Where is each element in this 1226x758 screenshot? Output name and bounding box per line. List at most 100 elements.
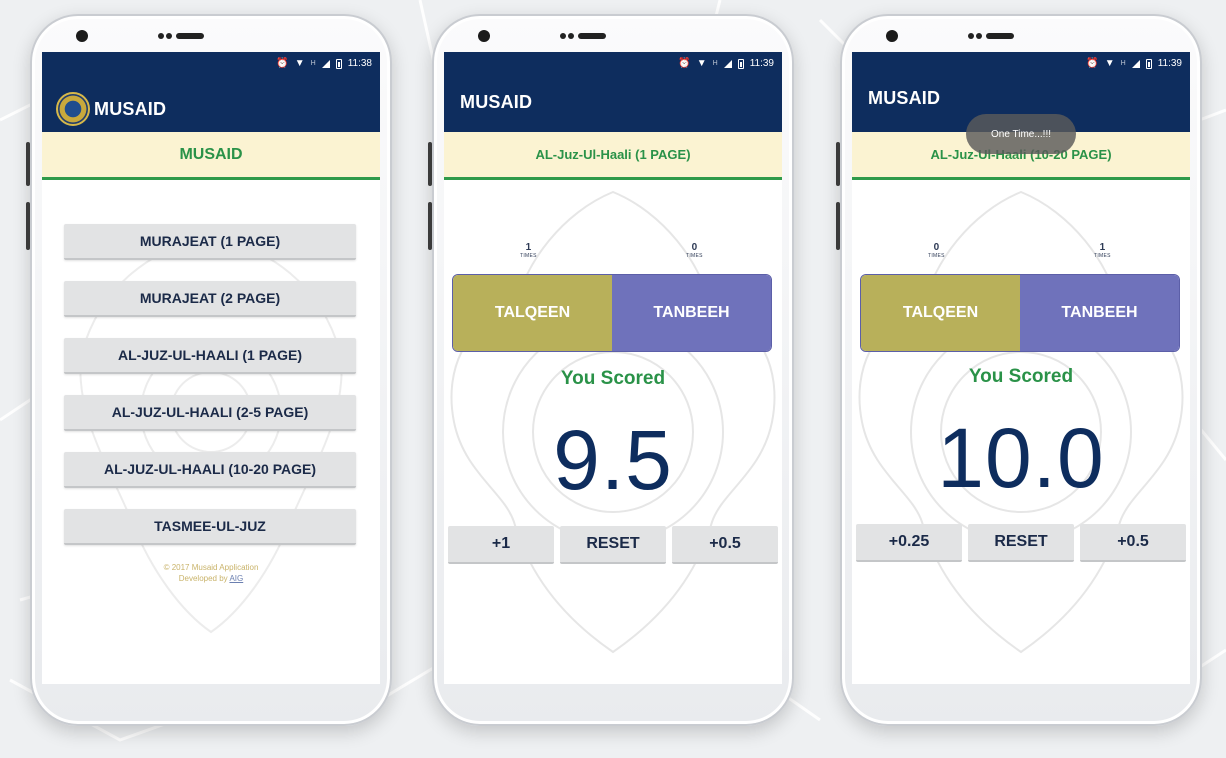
action-buttons: +1 RESET +0.5 <box>448 526 778 564</box>
action-label: RESET <box>586 535 640 552</box>
counter-unit: TIMES <box>928 253 945 259</box>
status-time: 11:39 <box>749 58 774 69</box>
section-banner: AL-Juz-Ul-Haali (1 PAGE) <box>444 132 782 180</box>
counter-unit: TIMES <box>1094 253 1111 259</box>
status-time: 11:38 <box>347 58 372 69</box>
network-type-icon: H <box>712 60 718 67</box>
score-value: 9.5 <box>553 413 673 507</box>
toast-message: One Time...!!! <box>966 114 1076 154</box>
front-camera <box>478 30 490 42</box>
app-title: MUSAID <box>460 92 533 112</box>
phone-frame-score-2: ⏰ ▼ H 11:39 MUSAID AL-Juz-Ul-Haali (10-2… <box>836 14 1202 726</box>
action-label: +1 <box>491 535 511 552</box>
phone-frame-menu: ⏰ ▼ H 11:38 MUSAID MUSAID MURAJEAT (1 PA… <box>26 14 392 726</box>
front-camera <box>76 30 88 42</box>
tanbeeh-label: TANBEEH <box>653 304 730 321</box>
add-quarter-button[interactable]: +0.25 <box>856 524 962 562</box>
alarm-icon: ⏰ <box>678 57 691 69</box>
tanbeeh-button[interactable]: TANBEEH <box>612 275 771 351</box>
score-screen: ⏰ ▼ H 11:39 MUSAID AL-Juz-Ul-Haali (10-2… <box>852 52 1190 684</box>
app-logo <box>56 92 90 126</box>
battery-icon <box>335 58 342 69</box>
status-bar: ⏰ ▼ H 11:39 <box>1086 58 1182 69</box>
action-label: RESET <box>994 533 1048 550</box>
score-screen: ⏰ ▼ H 11:39 MUSAID AL-Juz-Ul-Haali (1 PA… <box>444 52 782 684</box>
alarm-icon: ⏰ <box>1086 57 1099 69</box>
network-type-icon: H <box>310 60 316 67</box>
status-time: 11:39 <box>1157 58 1182 69</box>
menu-button-juz-10-20[interactable]: AL-JUZ-UL-HAALI (10-20 PAGE) <box>64 452 356 488</box>
add-half-button[interactable]: +0.5 <box>672 526 778 564</box>
tanbeeh-label: TANBEEH <box>1061 304 1138 321</box>
phone-frame-score-1: ⏰ ▼ H 11:39 MUSAID AL-Juz-Ul-Haali (1 PA… <box>428 14 794 726</box>
speaker-grille <box>560 32 606 40</box>
signal-icon <box>321 59 330 68</box>
talqeen-button[interactable]: TALQEEN <box>861 275 1020 351</box>
wifi-icon: ▼ <box>294 57 305 69</box>
menu-button-label: TASMEE-UL-JUZ <box>154 518 266 534</box>
tanbeeh-counter: 1 TIMES <box>1094 242 1111 259</box>
speaker-grille <box>968 32 1014 40</box>
menu-button-tasmee[interactable]: TASMEE-UL-JUZ <box>64 509 356 545</box>
banner-title: AL-Juz-Ul-Haali (1 PAGE) <box>535 147 691 162</box>
status-bar: ⏰ ▼ H 11:39 <box>678 58 774 69</box>
counter-value: 0 <box>691 242 698 253</box>
reset-button[interactable]: RESET <box>560 526 666 564</box>
counter-value: 0 <box>933 242 940 253</box>
battery-icon <box>1145 58 1152 69</box>
section-banner: MUSAID <box>42 132 380 180</box>
app-title: MUSAID <box>94 98 167 119</box>
talqeen-counter: 0 TIMES <box>928 242 945 259</box>
talqeen-label: TALQEEN <box>902 304 979 321</box>
action-label: +0.5 <box>1117 533 1149 550</box>
counter-unit: TIMES <box>520 253 537 259</box>
wifi-icon: ▼ <box>1104 57 1115 69</box>
app-title: MUSAID <box>868 88 941 108</box>
wifi-icon: ▼ <box>696 57 707 69</box>
action-label: +0.5 <box>709 535 741 552</box>
banner-title: MUSAID <box>179 145 243 163</box>
battery-icon <box>737 58 744 69</box>
signal-icon <box>1131 59 1140 68</box>
reset-button[interactable]: RESET <box>968 524 1074 562</box>
volume-button <box>836 142 840 186</box>
talqeen-label: TALQEEN <box>494 304 571 321</box>
menu-button-label: MURAJEAT (2 PAGE) <box>139 290 281 306</box>
alarm-icon: ⏰ <box>276 57 289 69</box>
menu-button-juz-1[interactable]: AL-JUZ-UL-HAALI (1 PAGE) <box>64 338 356 374</box>
menu-button-label: AL-JUZ-UL-HAALI (10-20 PAGE) <box>103 461 317 477</box>
signal-icon <box>723 59 732 68</box>
app-bar: ⏰ ▼ H 11:39 MUSAID <box>444 52 782 132</box>
app-title-row: MUSAID <box>868 88 940 109</box>
app-title-row: MUSAID <box>460 92 532 113</box>
add-one-button[interactable]: +1 <box>448 526 554 564</box>
action-label: +0.25 <box>888 533 930 550</box>
developer-prefix: Developed by <box>178 574 230 583</box>
counter-value: 1 <box>525 242 532 253</box>
status-bar: ⏰ ▼ H 11:38 <box>276 58 372 69</box>
menu-button-murajeat-1[interactable]: MURAJEAT (1 PAGE) <box>64 224 356 260</box>
action-buttons: +0.25 RESET +0.5 <box>856 524 1186 562</box>
volume-button <box>26 142 30 186</box>
menu-button-label: MURAJEAT (1 PAGE) <box>139 233 281 249</box>
copyright-text: © 2017 Musaid Application <box>163 563 259 572</box>
add-half-button[interactable]: +0.5 <box>1080 524 1186 562</box>
tanbeeh-counter: 0 TIMES <box>686 242 703 259</box>
tanbeeh-button[interactable]: TANBEEH <box>1020 275 1179 351</box>
score-value: 10.0 <box>937 411 1105 505</box>
mode-toggle: TALQEEN TANBEEH <box>860 274 1180 352</box>
developer-link[interactable]: AIG <box>229 574 243 583</box>
menu-button-juz-2-5[interactable]: AL-JUZ-UL-HAALI (2-5 PAGE) <box>64 395 356 431</box>
scored-label: You Scored <box>968 366 1074 387</box>
developer-line: Developed by AIG <box>42 573 380 584</box>
app-bar: ⏰ ▼ H 11:38 MUSAID <box>42 52 380 132</box>
menu-screen: ⏰ ▼ H 11:38 MUSAID MUSAID MURAJEAT (1 PA… <box>42 52 380 684</box>
mode-toggle: TALQEEN TANBEEH <box>452 274 772 352</box>
talqeen-counter: 1 TIMES <box>520 242 537 259</box>
app-title-row: MUSAID <box>56 92 166 126</box>
menu-button-murajeat-2[interactable]: MURAJEAT (2 PAGE) <box>64 281 356 317</box>
volume-button <box>428 142 432 186</box>
counter-unit: TIMES <box>686 253 703 259</box>
speaker-grille <box>158 32 204 40</box>
talqeen-button[interactable]: TALQEEN <box>453 275 612 351</box>
